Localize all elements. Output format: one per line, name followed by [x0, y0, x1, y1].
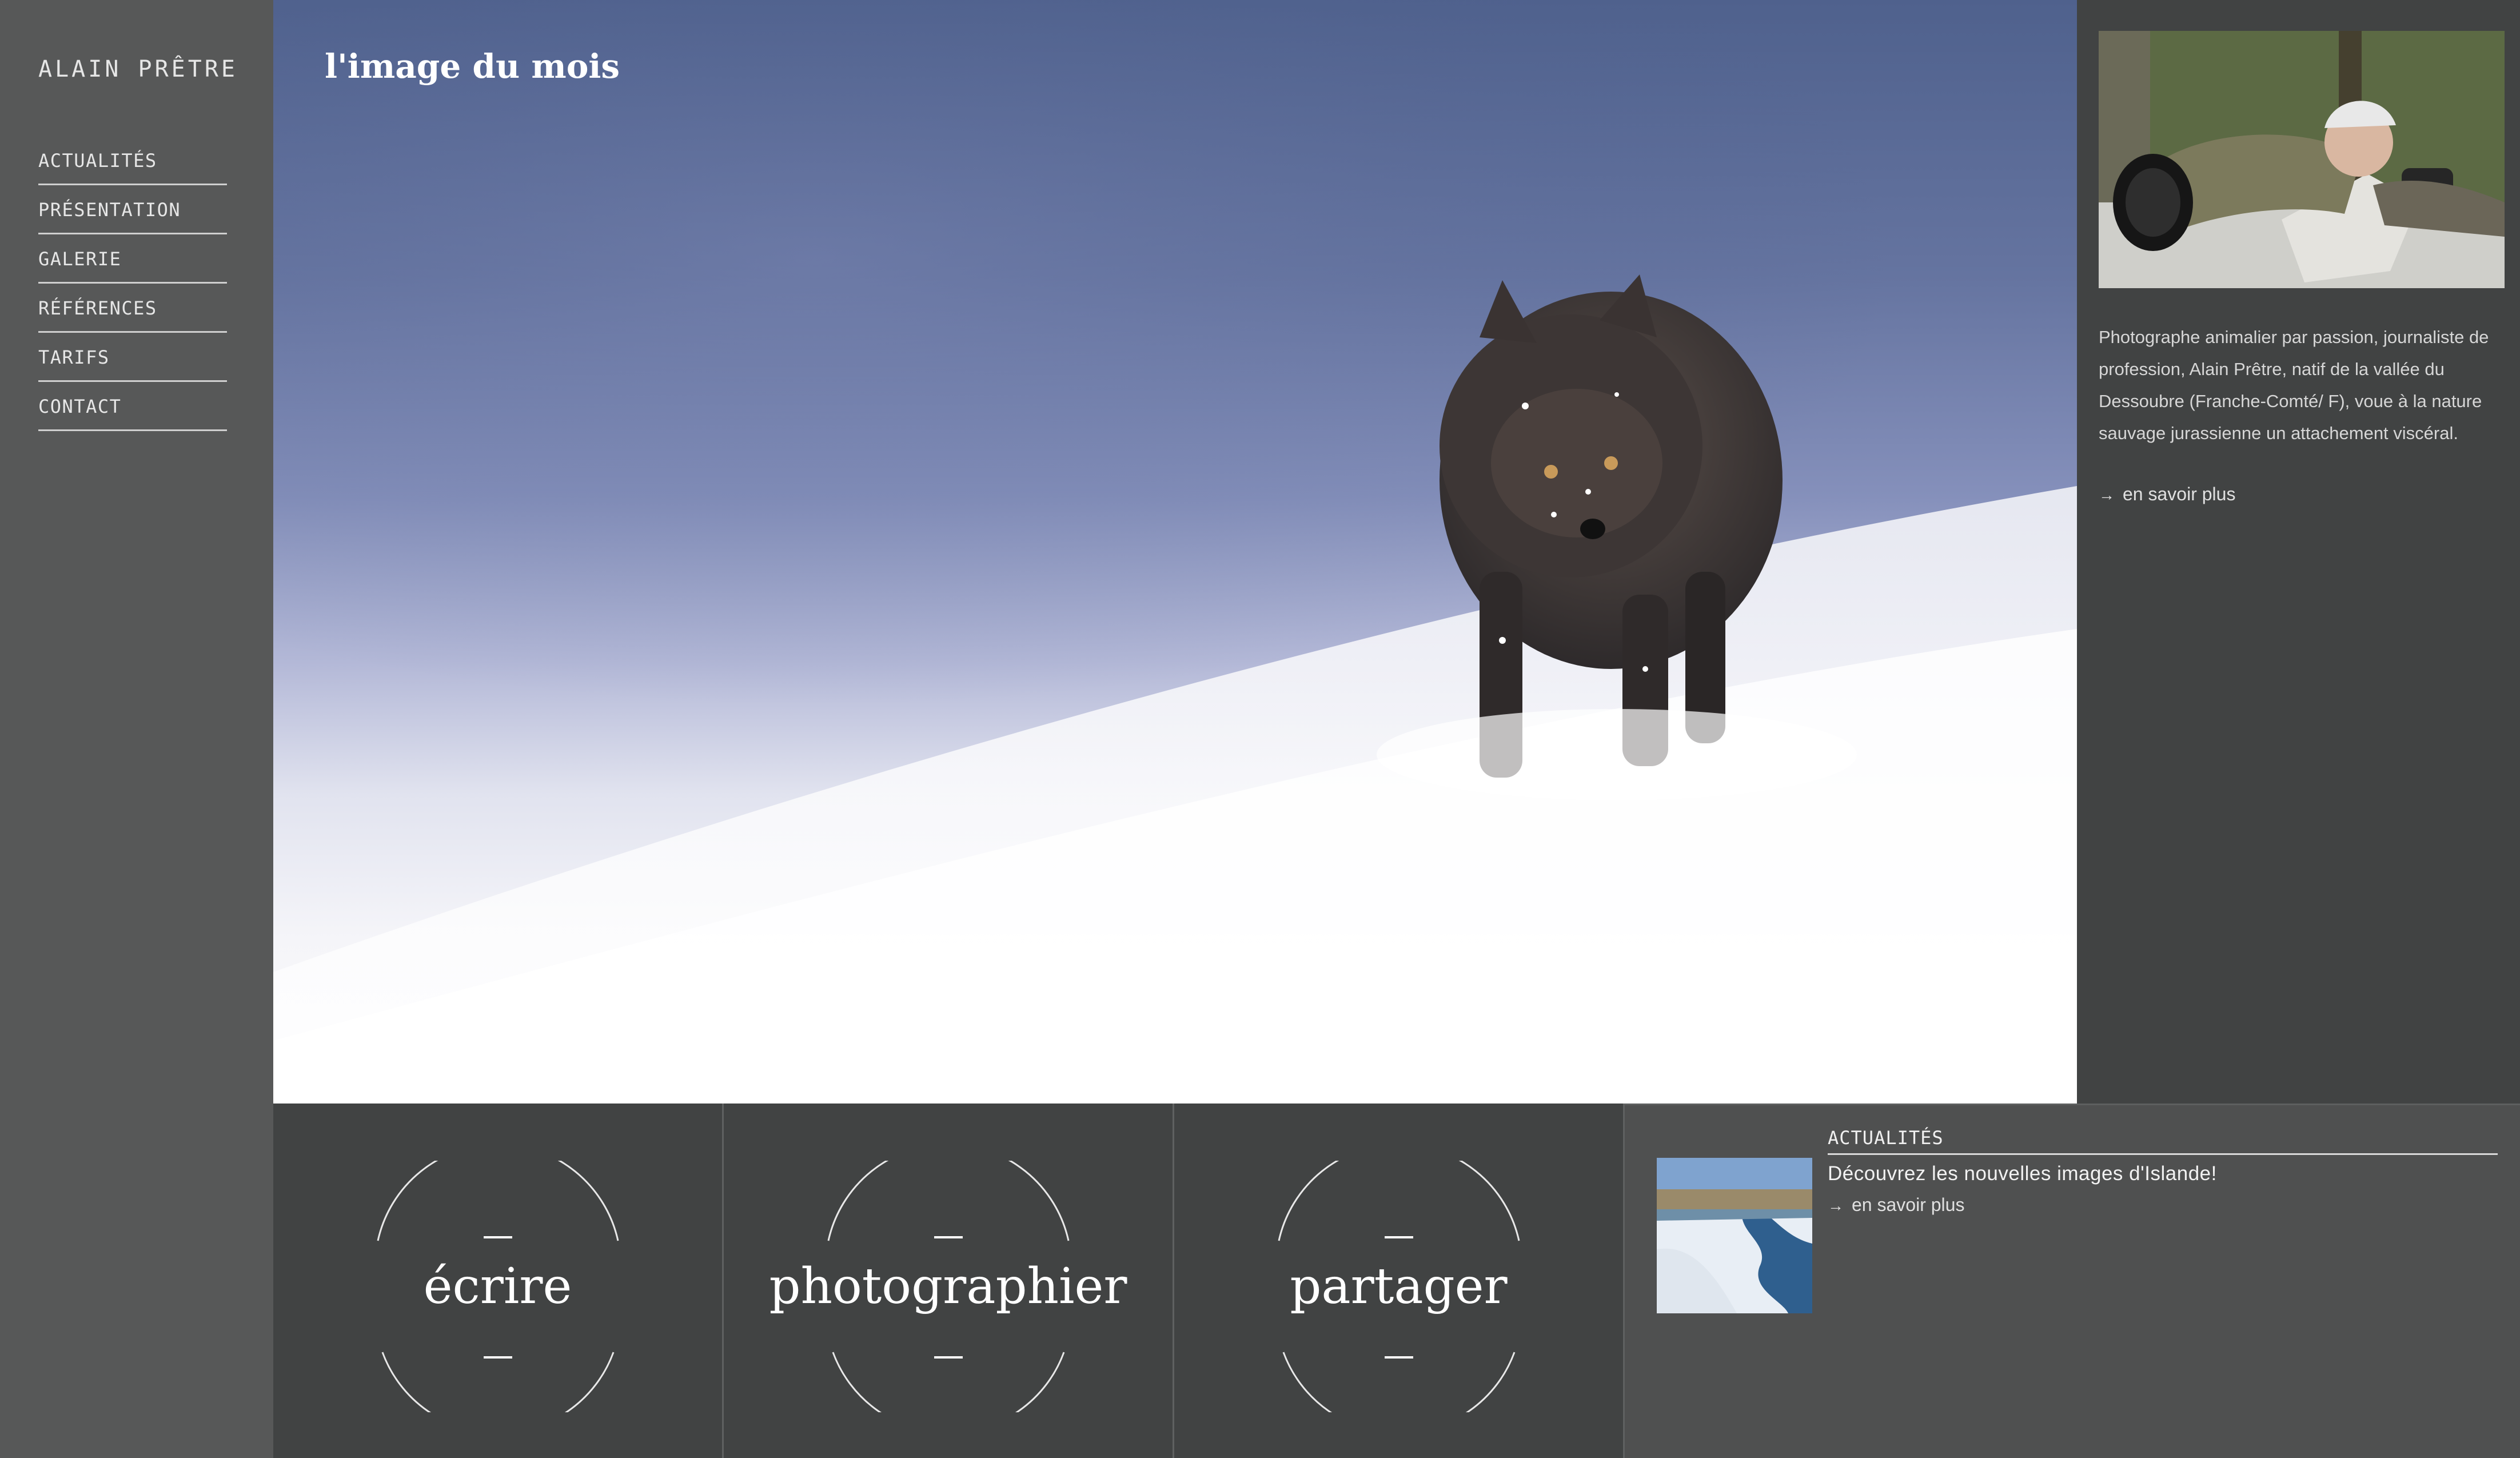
dash-top — [934, 1236, 963, 1238]
arctic-fox-photo — [273, 0, 2077, 1104]
nav-item-galerie[interactable]: GALERIE — [38, 234, 227, 284]
news-panel: ACTUALITÉS Découvrez les nouvelles image… — [1625, 1104, 2520, 1458]
news-more-label: en savoir plus — [1852, 1194, 1965, 1215]
nav-item-contact[interactable]: CONTACT — [38, 382, 227, 431]
dash-top — [1384, 1236, 1413, 1238]
tile-label: écrire — [423, 1258, 572, 1315]
tile-partager[interactable]: partager — [1174, 1104, 1625, 1458]
nav-item-presentation[interactable]: PRÉSENTATION — [38, 185, 227, 234]
arrow-right-icon: → — [1828, 1197, 1844, 1214]
site-logo-title[interactable]: ALAIN PRÊTRE — [38, 56, 238, 82]
dash-bottom — [934, 1356, 963, 1359]
hero-title: l'image du mois — [325, 47, 620, 86]
about-more-label: en savoir plus — [2123, 484, 2236, 504]
tile-label: photographier — [769, 1258, 1127, 1315]
photographer-portrait[interactable] — [2099, 31, 2505, 288]
hero-image-of-month[interactable]: l'image du mois — [273, 0, 2077, 1104]
news-thumbnail[interactable] — [1657, 1158, 1812, 1313]
iceland-river-thumbnail — [1657, 1158, 1812, 1313]
nav-item-actualites[interactable]: ACTUALITÉS — [38, 136, 227, 185]
dash-top — [483, 1236, 512, 1238]
tile-label: partager — [1290, 1258, 1508, 1315]
nav-item-references[interactable]: RÉFÉRENCES — [38, 284, 227, 333]
about-panel: Photographe animalier par passion, journ… — [2077, 0, 2520, 1104]
news-heading: ACTUALITÉS — [1828, 1127, 2498, 1155]
photographer-portrait-icon — [2099, 31, 2505, 288]
arrow-right-icon: → — [2099, 486, 2115, 504]
photographer-bio: Photographe animalier par passion, journ… — [2099, 327, 2489, 443]
news-more-link[interactable]: → en savoir plus — [1828, 1194, 1964, 1216]
news-title[interactable]: Découvrez les nouvelles images d'Islande… — [1828, 1162, 2217, 1185]
nav-item-tarifs[interactable]: TARIFS — [38, 333, 227, 382]
dash-bottom — [1384, 1356, 1413, 1359]
tile-ecrire[interactable]: écrire — [273, 1104, 724, 1458]
dash-bottom — [483, 1356, 512, 1359]
about-more-link[interactable]: → en savoir plus — [2099, 484, 2235, 505]
tile-photographier[interactable]: photographier — [724, 1104, 1174, 1458]
main-nav: ACTUALITÉS PRÉSENTATION GALERIE RÉFÉRENC… — [38, 136, 227, 431]
sidebar: ALAIN PRÊTRE ACTUALITÉS PRÉSENTATION GAL… — [0, 0, 273, 1458]
